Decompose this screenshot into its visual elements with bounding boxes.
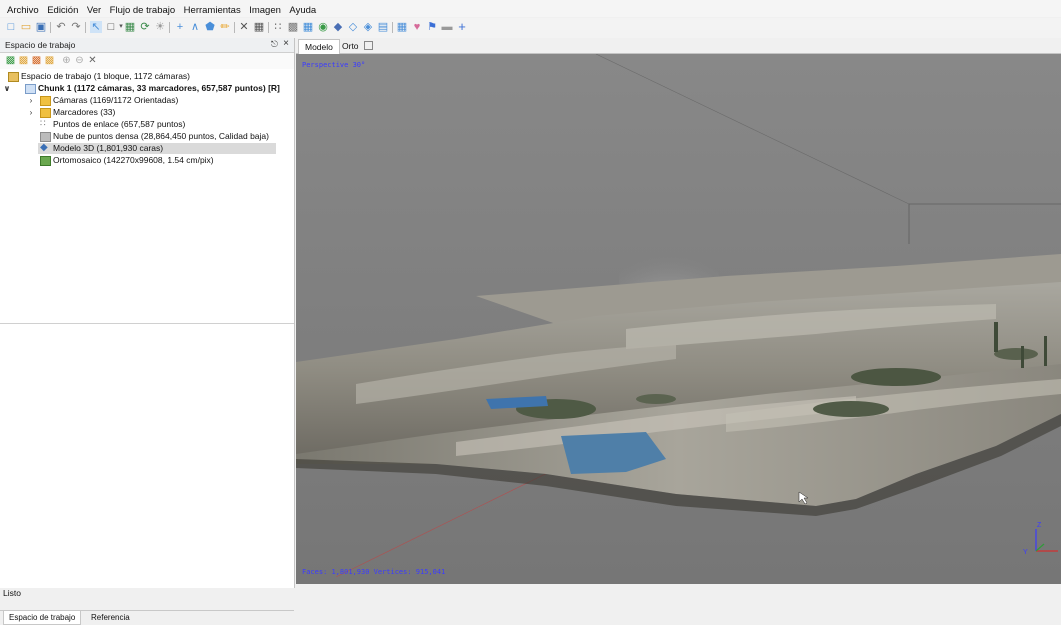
- add-chunk-icon[interactable]: ▩: [5, 55, 16, 66]
- chevron-right-icon[interactable]: ›: [27, 107, 35, 118]
- draw-polygon-icon[interactable]: ⬟: [204, 21, 216, 33]
- wireframe-model-icon[interactable]: ◇: [347, 21, 359, 33]
- folder-icon: [40, 108, 51, 118]
- tie-points-view-icon[interactable]: ∷: [272, 21, 284, 33]
- menu-herramientas[interactable]: Herramientas: [181, 0, 244, 16]
- post: [994, 322, 998, 352]
- show-images-icon[interactable]: ▦: [396, 21, 408, 33]
- menu-ayuda[interactable]: Ayuda: [286, 0, 319, 16]
- workspace-icon: [8, 72, 19, 82]
- draw-point-icon[interactable]: +: [174, 21, 186, 33]
- model-viewport[interactable]: Z Y Perspective 30° Faces: 1,801,930 Ver…: [296, 54, 1061, 584]
- workspace-panel: Espacio de trabajo ⎋ × ▩ ▩ ▩ ▩ ⊕ ⊖ ✕ Esp…: [0, 38, 295, 625]
- merge-chunks-icon[interactable]: ▩: [44, 55, 55, 66]
- tab-workspace[interactable]: Espacio de trabajo: [3, 611, 82, 625]
- perspective-label: Perspective 30°: [302, 61, 366, 69]
- tie-points-icon: ∷: [40, 118, 46, 128]
- redo-icon[interactable]: ↷: [70, 21, 82, 33]
- save-icon[interactable]: ▣: [35, 21, 47, 33]
- tab-model[interactable]: Modelo: [298, 39, 340, 54]
- menu-imagen[interactable]: Imagen: [246, 0, 284, 16]
- tree-item-dense-cloud-label: Nube de puntos densa (28,864,450 puntos,…: [53, 131, 269, 141]
- model-view-icon[interactable]: ▦: [302, 21, 314, 33]
- resize-region-icon[interactable]: ▦: [124, 21, 136, 33]
- tree-item-chunk-label: Chunk 1 (1172 cámaras, 33 marcadores, 65…: [38, 83, 280, 93]
- show-markers-icon[interactable]: ⚑: [426, 21, 438, 33]
- remove-items-icon[interactable]: ✕: [87, 55, 98, 66]
- panel-tabs: Espacio de trabajo Referencia: [0, 610, 294, 625]
- zoom-out-icon[interactable]: ⊖: [74, 55, 85, 66]
- show-scalebars-icon[interactable]: ▬: [441, 21, 453, 33]
- textured-model-icon[interactable]: ◉: [317, 21, 329, 33]
- tab-ortho[interactable]: Orto: [336, 39, 379, 53]
- workspace-toolbar: ▩ ▩ ▩ ▩ ⊕ ⊖ ✕: [0, 53, 294, 69]
- chevron-down-icon[interactable]: ∨: [3, 83, 11, 94]
- show-shapes-icon[interactable]: ♥: [411, 21, 423, 33]
- terrain-render: Z Y: [296, 54, 1061, 584]
- draw-polyline-icon[interactable]: ∧: [189, 21, 201, 33]
- dense-cloud-icon: [40, 132, 51, 142]
- float-panel-icon[interactable]: ⎋: [271, 39, 278, 50]
- new-file-icon[interactable]: □: [5, 21, 17, 33]
- post: [1044, 336, 1047, 366]
- chevron-right-icon[interactable]: ›: [27, 95, 35, 106]
- folder-icon: [40, 96, 51, 106]
- crop-selection-icon[interactable]: ▦: [253, 21, 265, 33]
- tree-item-workspace-label: Espacio de trabajo (1 bloque, 1172 cámar…: [21, 71, 190, 81]
- rotate-region-icon[interactable]: ⟳: [139, 21, 151, 33]
- menu-archivo[interactable]: Archivo: [0, 0, 42, 16]
- post: [1021, 346, 1024, 368]
- tab-ortho-label: Orto: [342, 41, 359, 51]
- show-region-icon[interactable]: ▤: [377, 21, 389, 33]
- mound: [636, 394, 676, 404]
- properties-pane: [0, 323, 294, 574]
- orthomosaic-icon: [40, 156, 51, 166]
- tree-item-markers-label: Marcadores (33): [53, 107, 116, 117]
- mound: [813, 401, 889, 417]
- tab-reference[interactable]: Referencia: [86, 611, 135, 624]
- add-photos-icon[interactable]: ▩: [18, 55, 29, 66]
- menu-edicion[interactable]: Edición: [44, 0, 81, 16]
- status-bar: Listo: [0, 588, 1061, 598]
- dense-cloud-view-icon[interactable]: ▩: [287, 21, 299, 33]
- tree-item-model[interactable]: ◆ Modelo 3D (1,801,930 caras): [38, 143, 276, 154]
- rotate-object-icon[interactable]: ☀: [154, 21, 166, 33]
- add-folder-icon[interactable]: ▩: [31, 55, 42, 66]
- reset-view-icon[interactable]: +: [456, 20, 468, 33]
- axis-z-label: Z: [1037, 522, 1042, 529]
- delete-selection-icon[interactable]: ✕: [238, 21, 250, 33]
- chunk-icon: [25, 84, 36, 94]
- show-cameras-icon[interactable]: ◈: [362, 21, 374, 33]
- workspace-panel-title: Espacio de trabajo: [5, 40, 76, 50]
- viewport-stats: Faces: 1,801,930 Vertices: 915,041: [302, 568, 446, 576]
- tree-item-cameras-label: Cámaras (1169/1172 Orientadas): [53, 95, 179, 105]
- undo-icon[interactable]: ↶: [55, 21, 67, 33]
- close-panel-icon[interactable]: ×: [283, 38, 289, 49]
- workspace-panel-header: Espacio de trabajo ⎋ ×: [0, 38, 294, 53]
- tree-item-model-label: Modelo 3D (1,801,930 caras): [53, 143, 164, 153]
- status-text: Listo: [3, 588, 21, 598]
- model-icon: ◆: [40, 142, 48, 153]
- tree-item-tie-points-label: Puntos de enlace (657,587 puntos): [53, 119, 186, 129]
- menu-ver[interactable]: Ver: [84, 0, 104, 16]
- zoom-in-icon[interactable]: ⊕: [61, 55, 72, 66]
- navigation-icon[interactable]: ↖: [90, 21, 102, 33]
- mound: [851, 368, 941, 386]
- axis-y-label: Y: [1023, 549, 1028, 556]
- view-tabs: Modelo Orto: [296, 38, 1061, 54]
- menu-flujo-de-trabajo[interactable]: Flujo de trabajo: [107, 0, 178, 16]
- solid-model-icon[interactable]: ◆: [332, 21, 344, 33]
- close-tab-icon[interactable]: [363, 41, 373, 50]
- tree-item-orthomosaic-label: Ortomosaico (142270x99608, 1.54 cm/pix): [53, 155, 214, 165]
- ruler-icon[interactable]: ✏: [219, 21, 231, 33]
- mound: [994, 348, 1038, 360]
- open-folder-icon[interactable]: ▭: [20, 21, 32, 33]
- menu-bar: Archivo Edición Ver Flujo de trabajo Her…: [0, 0, 1061, 17]
